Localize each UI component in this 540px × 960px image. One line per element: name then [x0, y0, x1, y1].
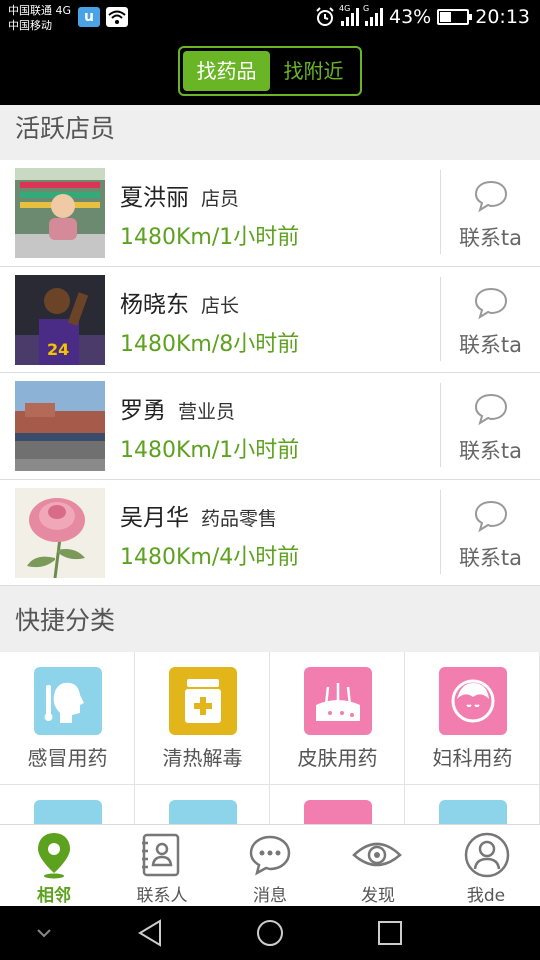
- contact-label: 联系ta: [458, 439, 523, 463]
- gynecology-icon: [439, 667, 507, 735]
- contact-button[interactable]: 联系ta: [441, 267, 540, 373]
- category-icon-partial: [304, 800, 372, 824]
- category-icon-partial: [34, 800, 102, 824]
- staff-name: 罗勇: [120, 398, 166, 424]
- category-cold-medicine[interactable]: 感冒用药: [0, 652, 135, 785]
- segment-switch: 找药品 找附近: [178, 46, 362, 96]
- tab-me[interactable]: 我de: [432, 825, 540, 907]
- home-icon[interactable]: [255, 919, 285, 947]
- staff-name: 杨晓东: [120, 291, 189, 318]
- category-icon-partial: [169, 800, 237, 824]
- status-bar: 中国联通 4G 中国移动 u 4G G 43% 20:13: [0, 0, 540, 38]
- chat-bubble-icon: [474, 500, 508, 532]
- category-label: 妇科用药: [432, 746, 513, 770]
- system-nav-bar: [0, 906, 540, 960]
- contact-label: 联系ta: [458, 332, 523, 357]
- category-cell-partial[interactable]: [405, 785, 540, 824]
- chat-bubble-icon: [474, 393, 508, 426]
- contact-button[interactable]: 联系ta: [441, 373, 540, 479]
- contacts-icon: [142, 833, 180, 877]
- staff-photo: 24: [15, 274, 105, 365]
- carrier-mobile: 中国移动: [8, 19, 52, 32]
- alarm-icon: [316, 7, 334, 26]
- recents-icon[interactable]: [375, 919, 405, 947]
- staff-role: 药品零售: [201, 507, 278, 530]
- tab-label: 发现: [361, 886, 395, 906]
- staff-distance: 1480Km/4小时前: [120, 544, 300, 570]
- staff-photo: [15, 487, 105, 578]
- chat-bubble-icon: [474, 287, 508, 319]
- tab-label: 联系人: [136, 886, 188, 906]
- tab-find-medicine[interactable]: 找药品: [183, 51, 270, 91]
- staff-name: 吴月华: [120, 504, 189, 531]
- contact-label: 联系ta: [458, 545, 523, 570]
- staff-row[interactable]: 夏洪丽 店员 1480Km/1小时前 联系ta: [0, 160, 540, 267]
- staff-distance: 1480Km/1小时前: [120, 438, 300, 463]
- top-bar: 找药品 找附近: [0, 38, 540, 105]
- signal-4g-icon: 4G: [339, 4, 359, 26]
- back-icon[interactable]: [136, 919, 166, 947]
- staff-row[interactable]: 罗勇 营业员 1480Km/1小时前 联系ta: [0, 373, 540, 480]
- app-notification-icon: u: [78, 7, 100, 27]
- staff-role: 店长: [201, 294, 240, 317]
- location-pin-icon: [38, 833, 70, 879]
- chevron-down-icon[interactable]: [34, 919, 54, 947]
- skin-icon: [304, 667, 372, 735]
- staff-distance: 1480Km/8小时前: [120, 331, 300, 357]
- svg-text:24: 24: [47, 340, 69, 359]
- category-grid: 感冒用药 清热解毒 皮肤用药 妇科用药: [0, 652, 540, 824]
- category-label: 皮肤用药: [297, 746, 378, 770]
- tab-nearby[interactable]: 相邻: [0, 825, 108, 907]
- category-cell-partial[interactable]: [0, 785, 135, 824]
- chat-bubble-icon: [474, 180, 508, 213]
- carrier-unicom: 中国联通 4G: [8, 4, 72, 17]
- staff-distance: 1480Km/1小时前: [120, 225, 300, 250]
- category-skin[interactable]: 皮肤用药: [270, 652, 405, 785]
- tab-messages[interactable]: 消息: [216, 825, 324, 907]
- signal-g-icon: G: [363, 4, 383, 26]
- contact-label: 联系ta: [458, 226, 523, 250]
- staff-photo: [15, 381, 105, 471]
- section-title-quick-categories: 快捷分类: [0, 586, 540, 652]
- bottom-tab-bar: 相邻 联系人 消息 发现 我de: [0, 824, 540, 906]
- category-cell-partial[interactable]: [135, 785, 270, 824]
- staff-role: 店员: [201, 188, 240, 210]
- section-title-active-staff: 活跃店员: [0, 105, 540, 160]
- category-heat-clearing[interactable]: 清热解毒: [135, 652, 270, 785]
- cold-medicine-icon: [34, 667, 102, 735]
- medicine-box-icon: [169, 667, 237, 735]
- category-cell-partial[interactable]: [270, 785, 405, 824]
- profile-icon: [464, 832, 510, 878]
- staff-row[interactable]: 24 杨晓东 店长 1480Km/8小时前 联系ta: [0, 267, 540, 373]
- message-icon: [249, 835, 291, 876]
- contact-button[interactable]: 联系ta: [441, 480, 540, 586]
- battery-icon: [437, 9, 473, 25]
- category-icon-partial: [439, 800, 507, 824]
- tab-find-nearby[interactable]: 找附近: [270, 51, 357, 91]
- category-gynecology[interactable]: 妇科用药: [405, 652, 540, 785]
- contact-button[interactable]: 联系ta: [441, 160, 540, 266]
- carrier-info: 中国联通 4G 中国移动: [8, 3, 71, 33]
- tab-label: 消息: [253, 886, 287, 906]
- staff-photo: [15, 168, 105, 258]
- tab-label: 我de: [466, 886, 506, 906]
- staff-row[interactable]: 吴月华 药品零售 1480Km/4小时前 联系ta: [0, 480, 540, 586]
- tab-discover[interactable]: 发现: [324, 825, 432, 907]
- category-label: 感冒用药: [27, 746, 108, 770]
- clock: 20:13: [475, 6, 530, 28]
- tab-label: 相邻: [37, 886, 71, 906]
- battery-percent: 43%: [389, 6, 432, 28]
- category-label: 清热解毒: [162, 746, 243, 770]
- eye-icon: [352, 842, 402, 867]
- wifi-icon: [106, 7, 128, 27]
- staff-name: 夏洪丽: [120, 185, 189, 211]
- tab-contacts[interactable]: 联系人: [108, 825, 216, 907]
- staff-role: 营业员: [178, 401, 236, 423]
- staff-list: 夏洪丽 店员 1480Km/1小时前 联系ta 24 杨晓东 店长 1480Km/8…: [0, 160, 540, 586]
